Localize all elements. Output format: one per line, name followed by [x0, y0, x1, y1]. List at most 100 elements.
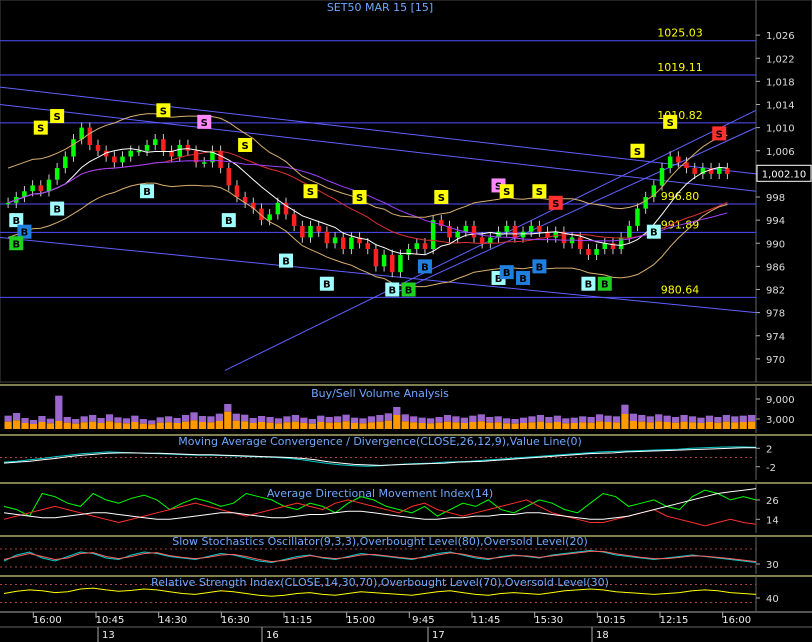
signal-marker-label: S — [634, 147, 641, 158]
volume-sell-bar — [131, 415, 139, 422]
signal-marker-label: B — [143, 187, 151, 198]
time-tick-label: 15:30 — [534, 615, 563, 626]
buy-signal-marker: B — [532, 259, 547, 274]
signal-marker-label: B — [536, 262, 544, 273]
volume-sell-bar — [334, 416, 342, 423]
buy-signal-marker: B — [385, 282, 400, 297]
buy-signal-marker: B — [597, 276, 612, 291]
volume-panel-title: Buy/Sell Volume Analysis — [311, 387, 449, 400]
price-tick-label: 982 — [766, 286, 785, 297]
candle-body — [275, 202, 281, 215]
candle-body — [161, 139, 166, 151]
volume-buy-bar — [460, 423, 469, 429]
volume-sell-bar — [274, 418, 283, 424]
volume-buy-bar — [359, 423, 367, 429]
signal-marker-label: B — [601, 280, 609, 291]
candle-body — [373, 249, 379, 267]
volume-buy-bar — [342, 421, 350, 429]
candle-body — [38, 185, 44, 192]
buy-signal-marker: B — [140, 184, 155, 199]
price-tick-label: 1,006 — [766, 147, 795, 158]
stock-chart[interactable]: 1,0261,0221,0181,0141,0101,0061,00299899… — [0, 0, 812, 642]
panel-tick-label: 14 — [766, 515, 779, 526]
volume-sell-bar — [545, 417, 553, 423]
panel-tick-label: 40 — [766, 594, 779, 605]
volume-sell-bar — [503, 418, 511, 424]
volume-sell-bar — [148, 420, 156, 425]
volume-sell-bar — [426, 418, 435, 424]
buy-signal-marker: B — [516, 270, 531, 285]
volume-buy-bar — [426, 423, 435, 429]
volume-buy-bar — [131, 422, 139, 429]
volume-buy-bar — [688, 422, 697, 429]
volume-sell-bar — [249, 418, 257, 423]
candle-body — [381, 254, 387, 267]
price-level-label: 996.80 — [661, 190, 700, 203]
buy-signal-marker: B — [319, 276, 334, 291]
candle-body — [112, 156, 117, 163]
panel-tick-label: 9,000 — [766, 395, 795, 406]
volume-sell-bar — [181, 415, 190, 422]
signal-marker-label: S — [438, 193, 445, 204]
signal-marker-label: B — [323, 280, 331, 291]
buy-signal-marker: B — [9, 236, 24, 251]
volume-buy-bar — [38, 422, 46, 429]
volume-buy-bar — [334, 422, 342, 429]
buy-signal-marker: B — [401, 282, 416, 297]
volume-buy-bar — [207, 422, 215, 429]
date-tick-label: 17 — [432, 630, 445, 641]
candle-body — [46, 179, 52, 192]
volume-buy-bar — [181, 421, 190, 429]
volume-sell-bar — [63, 417, 71, 423]
volume-buy-bar — [469, 422, 477, 429]
time-tick-label: 11:45 — [472, 615, 501, 626]
volume-buy-bar — [249, 423, 257, 429]
time-tick-label: 10:15 — [597, 615, 626, 626]
volume-sell-bar — [21, 418, 29, 423]
candle-body — [618, 237, 624, 250]
volume-buy-bar — [722, 421, 730, 429]
volume-sell-bar — [748, 415, 756, 422]
volume-buy-bar — [477, 421, 485, 429]
volume-buy-bar — [595, 421, 604, 429]
volume-buy-bar — [443, 421, 452, 429]
candle-body — [463, 225, 469, 232]
volume-sell-bar — [722, 415, 730, 422]
volume-sell-bar — [393, 407, 401, 415]
volume-sell-bar — [570, 417, 578, 423]
signal-marker-label: S — [552, 199, 559, 210]
volume-sell-bar — [629, 413, 638, 421]
volume-sell-bar — [595, 414, 604, 422]
signal-marker-label: S — [37, 124, 44, 135]
volume-buy-bar — [21, 423, 29, 429]
time-tick-label: 16:00 — [33, 615, 62, 626]
candle-body — [365, 243, 370, 250]
volume-buy-bar — [72, 423, 80, 429]
volume-buy-bar — [63, 422, 71, 429]
volume-sell-bar — [283, 416, 291, 423]
volume-sell-bar — [4, 415, 12, 422]
volume-buy-bar — [629, 421, 638, 429]
volume-buy-bar — [435, 422, 443, 429]
stochastic-panel-title: Slow Stochastics Oscillator(9,3,3),Overb… — [172, 535, 588, 548]
volume-sell-bar — [350, 417, 359, 423]
buy-signal-marker: B — [50, 201, 65, 216]
volume-sell-bar — [553, 415, 561, 422]
volume-sell-bar — [418, 417, 426, 423]
volume-sell-bar — [325, 417, 333, 423]
volume-sell-bar — [587, 417, 595, 423]
candle-body — [553, 231, 558, 238]
volume-buy-bar — [308, 423, 316, 429]
panel-tick-label: 26 — [766, 496, 779, 507]
volume-sell-bar — [579, 416, 587, 423]
volume-sell-bar — [266, 417, 274, 423]
volume-sell-bar — [29, 420, 38, 424]
candle-body — [528, 225, 534, 232]
candle-body — [488, 237, 493, 244]
volume-buy-bar — [638, 421, 646, 429]
volume-buy-bar — [536, 421, 545, 429]
volume-buy-bar — [283, 422, 291, 429]
volume-buy-bar — [122, 423, 131, 429]
panel-tick-label: 3,000 — [766, 415, 795, 426]
volume-buy-bar — [266, 422, 274, 429]
